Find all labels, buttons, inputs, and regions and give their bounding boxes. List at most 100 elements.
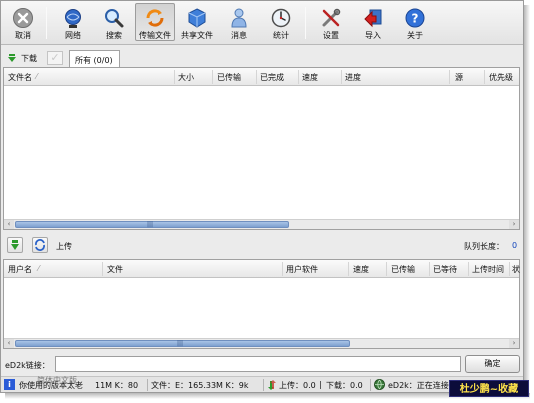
messages-button[interactable]: 消息 — [219, 3, 259, 41]
download-label: 下载 — [21, 54, 37, 63]
toggle-upload-view-button[interactable] — [32, 237, 48, 253]
status-separator — [370, 379, 371, 391]
upload-hscrollbar[interactable]: ‹ ||| › — [4, 338, 519, 348]
about-button[interactable]: ? 关于 — [395, 3, 435, 41]
toggle-download-view-button[interactable] — [7, 237, 23, 253]
scroll-right-icon[interactable]: › — [509, 220, 519, 229]
scroll-grip-icon: ||| — [177, 340, 184, 347]
column-speed[interactable]: 速度 — [302, 72, 318, 83]
import-label: 导入 — [365, 31, 381, 40]
info-icon: i — [4, 379, 15, 390]
queue-length-label: 队列长度： — [464, 242, 504, 251]
tab-all-downloads[interactable]: 所有 (0/0) — [69, 50, 120, 67]
column-completed[interactable]: 已完成 — [260, 72, 284, 83]
scroll-thumb[interactable]: ||| — [15, 340, 350, 347]
column-client[interactable]: 用户软件 — [286, 264, 318, 275]
column-username[interactable]: 用户名 — [8, 264, 32, 275]
column-size[interactable]: 大小 — [178, 72, 194, 83]
column-sources[interactable]: 源 — [455, 72, 463, 83]
about-label: 关于 — [407, 31, 423, 40]
search-button[interactable]: 搜索 — [94, 3, 134, 41]
sort-indicator-icon: ⁄ — [38, 264, 40, 273]
column-separator[interactable] — [449, 70, 450, 84]
transfer-label: 传输文件 — [139, 31, 171, 40]
scroll-thumb[interactable]: ||| — [15, 221, 289, 228]
column-separator[interactable] — [429, 262, 430, 276]
column-file[interactable]: 文件 — [107, 264, 123, 275]
column-transferred[interactable]: 已传输 — [391, 264, 415, 275]
overlay-edition-text: 简体中文版 — [37, 376, 77, 385]
transfer-button[interactable]: 传输文件 — [135, 3, 175, 41]
scroll-left-icon[interactable]: ‹ — [4, 220, 14, 229]
download-list-header: 文件名 ⁄ 大小 已传输 已完成 速度 进度 源 优先级 — [4, 68, 519, 86]
cancel-icon — [13, 8, 33, 28]
check-button[interactable]: ✓ — [47, 51, 63, 65]
download-list[interactable]: 文件名 ⁄ 大小 已传输 已完成 速度 进度 源 优先级 ‹ ||| › — [3, 67, 520, 230]
column-priority[interactable]: 优先级 — [489, 72, 513, 83]
column-filename[interactable]: 文件名 — [8, 72, 32, 83]
column-separator[interactable] — [341, 70, 342, 84]
download-hscrollbar[interactable]: ‹ ||| › — [4, 219, 519, 229]
column-upload-time[interactable]: 上传时间 — [472, 264, 504, 275]
toolbar-separator — [305, 7, 306, 39]
status-upload-speed: 上传：0.0 — [279, 381, 316, 390]
column-separator[interactable] — [509, 262, 510, 276]
ok-button[interactable]: 确定 — [465, 355, 520, 373]
column-status[interactable]: 状 — [512, 264, 520, 275]
statistics-label: 统计 — [273, 31, 289, 40]
ed2k-link-input[interactable] — [55, 356, 461, 372]
search-icon — [105, 9, 124, 28]
status-files: 文件：E：165.33M K：9k — [151, 381, 249, 390]
column-separator[interactable] — [386, 262, 387, 276]
search-label: 搜索 — [106, 31, 122, 40]
column-separator[interactable] — [348, 262, 349, 276]
column-progress[interactable]: 进度 — [345, 72, 361, 83]
upload-subbar: 上传 队列长度： 0 — [1, 235, 523, 257]
network-button[interactable]: 网络 — [53, 3, 93, 41]
swap-arrows-icon — [35, 239, 45, 251]
transfer-arrows-icon — [268, 380, 276, 390]
shared-files-button[interactable]: 共享文件 — [177, 3, 217, 41]
column-waited[interactable]: 已等待 — [433, 264, 457, 275]
main-toolbar: 取消 网络 搜索 传输文件 共享文件 消息 统计 设置 导入 ? 关于 — [1, 1, 523, 45]
column-separator[interactable] — [298, 70, 299, 84]
messages-label: 消息 — [231, 31, 247, 40]
network-label: 网络 — [65, 31, 81, 40]
settings-label: 设置 — [323, 31, 339, 40]
column-separator[interactable] — [102, 262, 103, 276]
status-separator-bar: | — [319, 380, 322, 389]
cancel-label: 取消 — [15, 31, 31, 40]
settings-icon — [322, 8, 341, 27]
column-separator[interactable] — [282, 262, 283, 276]
column-transferred[interactable]: 已传输 — [217, 72, 241, 83]
column-separator[interactable] — [484, 70, 485, 84]
watermark-badge: 杜少鹏~收藏 — [449, 380, 529, 397]
status-download-speed: 下载：0.0 — [326, 381, 363, 390]
download-subbar: 下载 ✓ 所有 (0/0) — [1, 47, 523, 67]
status-bar: i 你使用的版本太老 11M K：80 文件：E：165.33M K：9k 上传… — [1, 376, 523, 392]
download-arrow-icon — [8, 54, 16, 62]
upload-list[interactable]: 用户名 ⁄ 文件 用户软件 速度 已传输 已等待 上传时间 状 ‹ ||| › — [3, 259, 520, 349]
cancel-button[interactable]: 取消 — [3, 3, 43, 41]
import-button[interactable]: 导入 — [353, 3, 393, 41]
status-separator — [147, 379, 148, 391]
status-separator — [263, 379, 264, 391]
window-shadow-right — [524, 5, 530, 397]
scroll-left-icon[interactable]: ‹ — [4, 339, 14, 348]
column-separator[interactable] — [256, 70, 257, 84]
column-separator[interactable] — [212, 70, 213, 84]
statistics-button[interactable]: 统计 — [261, 3, 301, 41]
column-separator[interactable] — [468, 262, 469, 276]
settings-button[interactable]: 设置 — [311, 3, 351, 41]
transfer-icon — [146, 9, 164, 27]
column-separator[interactable] — [174, 70, 175, 84]
toolbar-separator — [46, 7, 47, 39]
ed2k-link-label: eD2k链接： — [5, 361, 50, 370]
column-speed[interactable]: 速度 — [353, 264, 369, 275]
svg-text:?: ? — [412, 12, 419, 26]
upload-list-header: 用户名 ⁄ 文件 用户软件 速度 已传输 已等待 上传时间 状 — [4, 260, 520, 278]
messages-icon — [231, 8, 247, 28]
network-globe-icon — [374, 379, 385, 390]
upload-label: 上传 — [56, 242, 72, 251]
scroll-right-icon[interactable]: › — [509, 339, 519, 348]
